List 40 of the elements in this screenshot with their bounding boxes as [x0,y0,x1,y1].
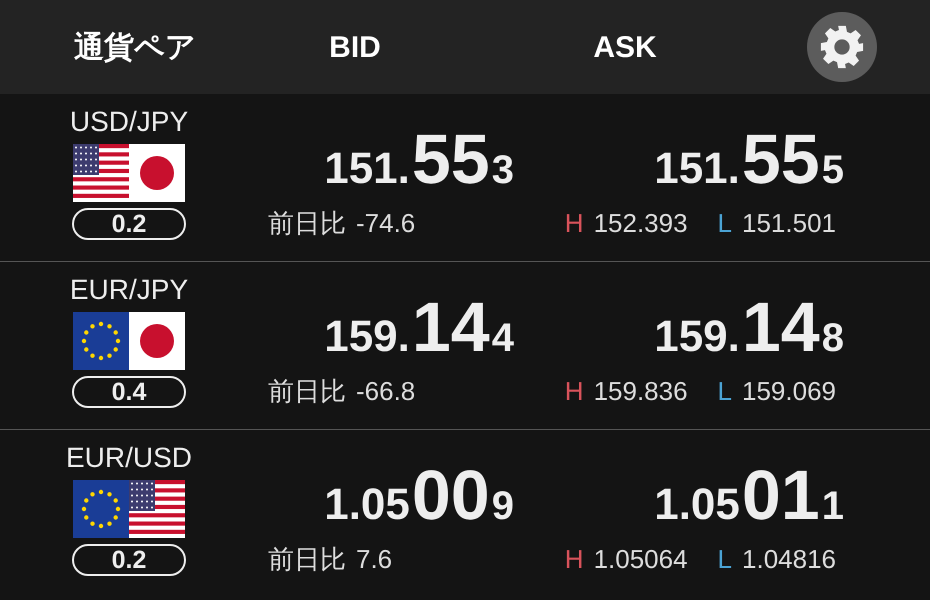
high-label: H [564,376,584,406]
flag-icon [129,144,185,202]
spread-badge: 0.2 [72,544,186,576]
high-value: 152.393 [594,208,688,238]
settings-icon [819,24,865,70]
change-label: 前日比 [268,208,346,238]
price: 159.148 [654,292,844,362]
change-value: -74.6 [356,208,416,238]
column-header: 通貨ペア [73,30,196,66]
price: 159.144 [324,292,514,362]
flag-icon [129,480,185,538]
price: 1.05011 [654,460,844,530]
spread-badge: 0.4 [72,376,186,408]
high-value: 1.05064 [594,544,688,574]
flag-icon [73,144,129,202]
change-value: -66.8 [356,376,416,406]
price: 151.553 [324,124,514,194]
low-value: 151.501 [742,208,836,238]
high-value: 159.836 [594,376,688,406]
change-value: 7.6 [356,544,392,574]
change-label: 前日比 [268,376,346,406]
low-label: L [718,544,732,574]
currency-pair: EUR/USD [66,442,192,474]
currency-pair: EUR/JPY [70,274,188,306]
spread-badge: 0.2 [72,208,186,240]
low-value: 1.04816 [742,544,836,574]
high-label: H [564,208,584,238]
flag-icon [73,480,129,538]
flag-icon [129,312,185,370]
low-value: 159.069 [742,376,836,406]
change-label: 前日比 [268,544,346,574]
flag-icon [73,312,129,370]
currency-pair: USD/JPY [70,106,188,138]
low-label: L [718,208,732,238]
column-header: BID [329,30,381,66]
column-header: ASK [593,30,657,66]
high-label: H [564,544,584,574]
price: 151.555 [654,124,844,194]
price: 1.05009 [324,460,514,530]
low-label: L [718,376,732,406]
